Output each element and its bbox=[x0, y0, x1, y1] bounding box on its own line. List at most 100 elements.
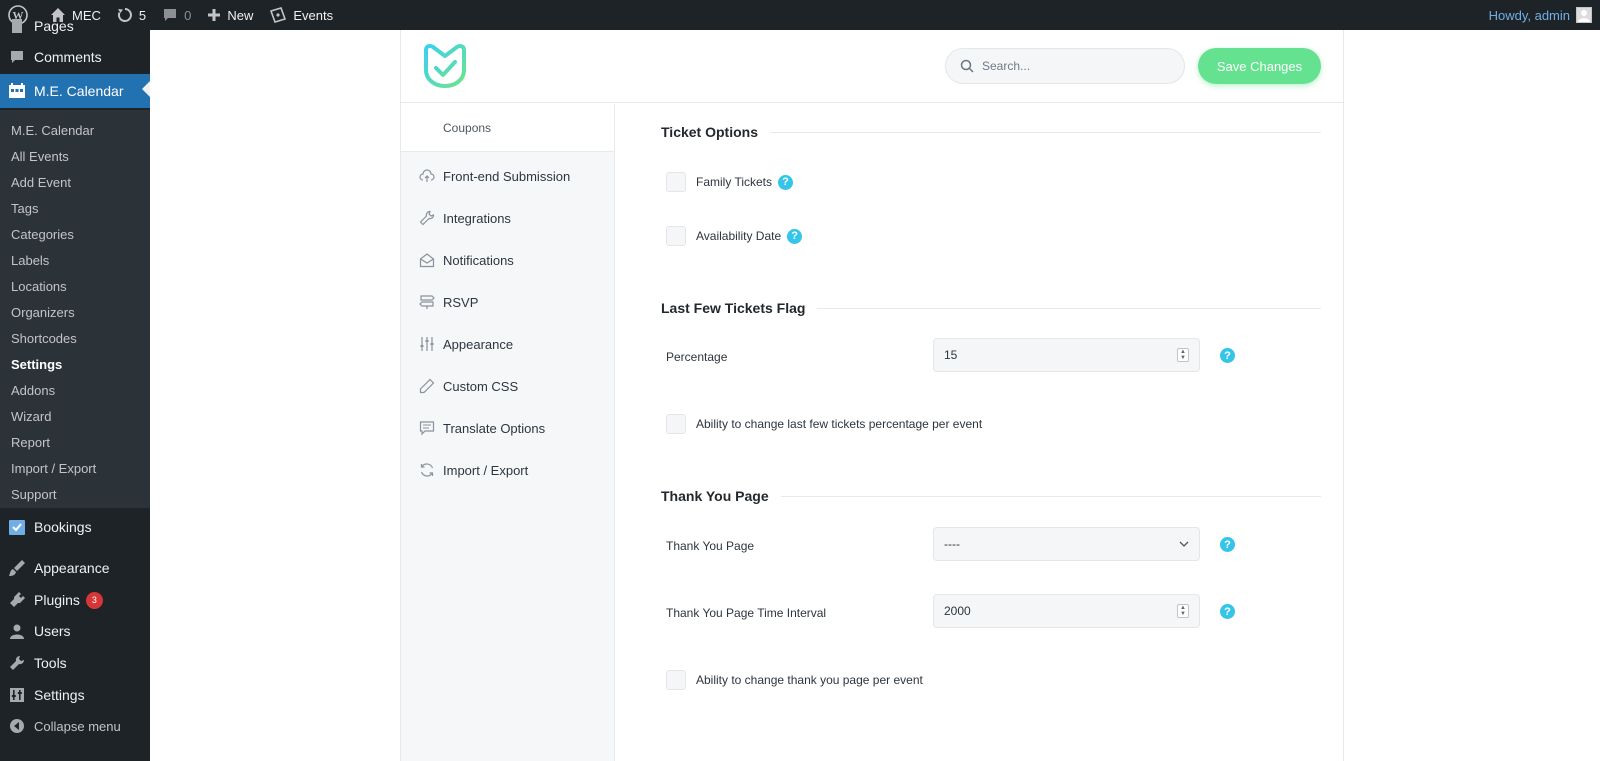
settings-search[interactable] bbox=[945, 48, 1185, 84]
nav-item-notifications[interactable]: Notifications bbox=[401, 245, 614, 275]
percentage-value: 15 bbox=[944, 348, 958, 362]
submenu-import-export[interactable]: Import / Export bbox=[0, 455, 150, 481]
availability-date-checkbox[interactable] bbox=[666, 226, 686, 246]
settings-content: Ticket Options Family Tickets ? Availabi… bbox=[616, 104, 1343, 761]
section-title-text: Thank You Page bbox=[661, 488, 769, 504]
availability-date-row: Availability Date ? bbox=[666, 226, 803, 246]
menu-pages-label: Pages bbox=[34, 18, 74, 34]
thank-you-page-value: ---- bbox=[944, 537, 960, 551]
comment-bubble-icon bbox=[164, 9, 177, 21]
refresh-icon bbox=[419, 462, 435, 478]
time-interval-label: Thank You Page Time Interval bbox=[666, 606, 827, 620]
save-changes-button[interactable]: Save Changes bbox=[1198, 48, 1321, 84]
submenu-addons[interactable]: Addons bbox=[0, 377, 150, 403]
section-ticket-options: Ticket Options bbox=[661, 124, 1321, 140]
thank-you-page-select[interactable]: ---- bbox=[933, 527, 1200, 561]
comments-link[interactable]: 0 bbox=[154, 0, 199, 30]
howdy-text: Howdy, admin bbox=[1488, 7, 1570, 23]
nav-item-coupons[interactable]: Coupons bbox=[401, 104, 614, 152]
number-spinner[interactable]: ▲ ▼ bbox=[1177, 348, 1189, 362]
help-icon[interactable]: ? bbox=[787, 228, 803, 244]
family-tickets-checkbox[interactable] bbox=[666, 172, 686, 192]
nav-item-translate-options[interactable]: Translate Options bbox=[401, 413, 614, 443]
mecalendar-submenu: M.E. Calendar All Events Add Event Tags … bbox=[0, 110, 150, 508]
help-icon[interactable]: ? bbox=[1220, 348, 1235, 363]
submenu-labels[interactable]: Labels bbox=[0, 247, 150, 273]
submenu-locations[interactable]: Locations bbox=[0, 273, 150, 299]
submenu-settings[interactable]: Settings bbox=[0, 351, 150, 377]
menu-appearance-label: Appearance bbox=[34, 560, 110, 576]
search-input[interactable] bbox=[982, 59, 1162, 73]
submenu-report[interactable]: Report bbox=[0, 429, 150, 455]
last-few-per-event-row: Ability to change last few tickets perce… bbox=[666, 414, 982, 434]
pages-icon bbox=[0, 18, 34, 34]
nav-label: Appearance bbox=[443, 336, 514, 352]
envelope-open-icon bbox=[419, 252, 435, 268]
help-icon[interactable]: ? bbox=[1220, 604, 1235, 619]
nav-label: Front-end Submission bbox=[443, 168, 571, 184]
events-link[interactable]: Events bbox=[261, 0, 341, 30]
admin-menu: Pages Comments M.E. Calendar M.E. Calend… bbox=[0, 18, 150, 761]
number-spinner[interactable]: ▲ ▼ bbox=[1177, 604, 1189, 618]
nav-item-frontend-submission[interactable]: Front-end Submission bbox=[401, 161, 614, 191]
menu-settings-label: Settings bbox=[34, 687, 85, 703]
menu-bookings[interactable]: Bookings bbox=[0, 512, 150, 542]
availability-date-label: Availability Date bbox=[696, 229, 782, 243]
nav-item-rsvp[interactable]: RSVP bbox=[401, 287, 614, 317]
submenu-support[interactable]: Support bbox=[0, 481, 150, 507]
wrench-icon bbox=[419, 210, 435, 226]
submenu-tags[interactable]: Tags bbox=[0, 195, 150, 221]
family-tickets-label: Family Tickets bbox=[696, 175, 773, 189]
admin-bar: W MEC 5 0 New Events Howdy, admin bbox=[0, 0, 1600, 30]
menu-appearance[interactable]: Appearance bbox=[0, 553, 150, 583]
chevron-down-icon bbox=[1179, 541, 1189, 547]
new-label: New bbox=[227, 7, 254, 23]
submenu-wizard[interactable]: Wizard bbox=[0, 403, 150, 429]
percentage-label: Percentage bbox=[666, 350, 728, 364]
bookings-icon bbox=[0, 518, 34, 536]
plus-icon bbox=[208, 9, 221, 21]
submenu-mecalendar[interactable]: M.E. Calendar bbox=[0, 117, 150, 143]
menu-pages[interactable]: Pages bbox=[0, 16, 150, 36]
percentage-input[interactable]: 15 ▲ ▼ bbox=[933, 338, 1200, 372]
thank-you-per-event-checkbox[interactable] bbox=[666, 670, 686, 690]
nav-label: Translate Options bbox=[443, 420, 546, 436]
last-few-per-event-label: Ability to change last few tickets perce… bbox=[696, 417, 983, 431]
my-account[interactable]: Howdy, admin bbox=[1489, 7, 1600, 23]
section-thank-you-page: Thank You Page bbox=[661, 488, 1321, 504]
menu-comments[interactable]: Comments bbox=[0, 42, 150, 72]
nav-item-appearance[interactable]: Appearance bbox=[401, 329, 614, 359]
avatar bbox=[1576, 7, 1592, 23]
menu-plugins[interactable]: Plugins 3 bbox=[0, 585, 150, 615]
menu-users[interactable]: Users bbox=[0, 616, 150, 646]
thank-you-per-event-row: Ability to change thank you page per eve… bbox=[666, 670, 923, 690]
submenu-shortcodes[interactable]: Shortcodes bbox=[0, 325, 150, 351]
help-icon[interactable]: ? bbox=[778, 174, 794, 190]
collapse-menu-button[interactable]: Collapse menu bbox=[0, 711, 150, 741]
menu-mecalendar-label: M.E. Calendar bbox=[34, 83, 124, 99]
nav-item-custom-css[interactable]: Custom CSS bbox=[401, 371, 614, 401]
time-interval-input[interactable]: 2000 ▲ ▼ bbox=[933, 594, 1200, 628]
menu-tools[interactable]: Tools bbox=[0, 648, 150, 678]
nav-item-integrations[interactable]: Integrations bbox=[401, 203, 614, 233]
events-label: Events bbox=[293, 7, 334, 23]
menu-comments-label: Comments bbox=[34, 49, 102, 65]
thank-you-page-label: Thank You Page bbox=[666, 539, 755, 553]
submenu-all-events[interactable]: All Events bbox=[0, 143, 150, 169]
nav-item-import-export[interactable]: Import / Export bbox=[401, 455, 614, 485]
nav-label: Custom CSS bbox=[443, 378, 519, 394]
submenu-organizers[interactable]: Organizers bbox=[0, 299, 150, 325]
nav-label: Import / Export bbox=[443, 462, 529, 478]
last-few-per-event-checkbox[interactable] bbox=[666, 414, 686, 434]
new-content-link[interactable]: New bbox=[199, 0, 261, 30]
submenu-add-event[interactable]: Add Event bbox=[0, 169, 150, 195]
section-divider bbox=[780, 495, 1321, 497]
submenu-categories[interactable]: Categories bbox=[0, 221, 150, 247]
menu-mecalendar[interactable]: M.E. Calendar bbox=[0, 74, 150, 108]
menu-settings[interactable]: Settings bbox=[0, 680, 150, 710]
section-divider bbox=[769, 131, 1321, 133]
cloud-upload-icon bbox=[419, 168, 435, 184]
comments-icon bbox=[0, 49, 34, 65]
nav-label: Integrations bbox=[443, 210, 511, 226]
help-icon[interactable]: ? bbox=[1220, 537, 1235, 552]
